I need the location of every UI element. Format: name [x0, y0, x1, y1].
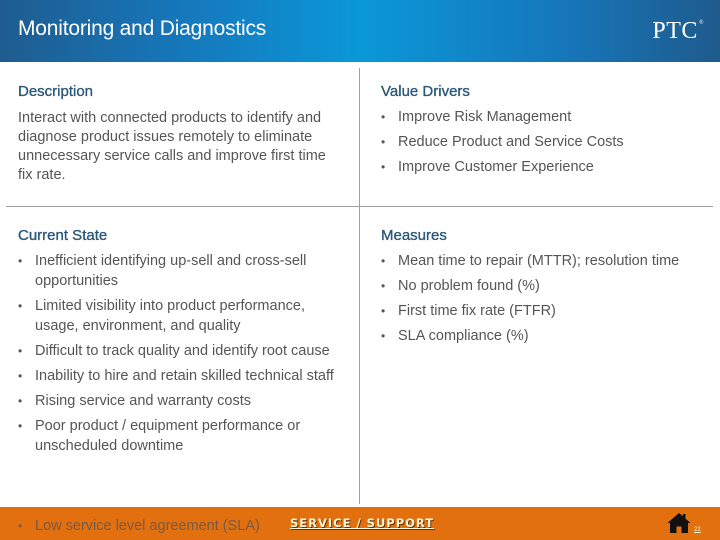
value-drivers-list: • Improve Risk Management • Reduce Product…: [381, 107, 624, 177]
value-drivers-section: Value Drivers • Improve Risk Management •…: [381, 83, 624, 182]
ptc-logo: PTC®: [652, 18, 704, 45]
list-item: • No problem found (%): [381, 276, 691, 296]
list-item-text: Mean time to repair (MTTR); resolution t…: [398, 253, 680, 269]
list-item: • Poor product / equipment performance or…: [18, 416, 338, 456]
description-text: Interact with connected products to iden…: [18, 110, 326, 183]
list-item-text: Improve Risk Management: [398, 109, 572, 125]
bullet-icon: •: [381, 304, 386, 318]
page-number: 22: [694, 527, 701, 533]
bullet-icon: •: [381, 279, 386, 293]
bullet-icon: •: [381, 110, 386, 124]
bullet-icon: •: [381, 254, 386, 268]
list-item-text: Poor product / equipment performance or …: [35, 418, 301, 454]
bullet-icon: •: [18, 394, 23, 408]
list-item: • Limited visibility into product perform…: [18, 296, 338, 336]
value-drivers-heading: Value Drivers: [381, 83, 470, 100]
list-item-overflow: • Low service level agreement (SLA): [18, 516, 260, 536]
current-state-section: Current State • Inefficient identifying u…: [18, 227, 338, 461]
list-item: • First time fix rate (FTFR): [381, 301, 691, 321]
logo-text: PTC: [652, 18, 698, 44]
list-item-text: Inefficient identifying up-sell and cros…: [35, 253, 307, 289]
service-support-link[interactable]: SERVICE / SUPPORT: [290, 516, 434, 530]
registered-mark: ®: [698, 20, 704, 26]
description-heading: Description: [18, 83, 94, 100]
list-item: • SLA compliance (%): [381, 326, 691, 346]
list-item: • Difficult to track quality and identify…: [18, 341, 338, 361]
list-item: • Mean time to repair (MTTR); resolution …: [381, 251, 691, 271]
list-item: • Improve Customer Experience: [381, 157, 624, 177]
list-item: • Improve Risk Management: [381, 107, 624, 127]
list-item: • Reduce Product and Service Costs: [381, 132, 624, 152]
current-state-list: • Inefficient identifying up-sell and cro…: [18, 251, 338, 456]
bullet-icon: •: [381, 135, 386, 149]
measures-heading: Measures: [381, 227, 447, 244]
bullet-icon: •: [18, 344, 23, 358]
list-item-text: No problem found (%): [398, 278, 540, 294]
list-item-text: Rising service and warranty costs: [35, 393, 251, 409]
list-item-text: Difficult to track quality and identify …: [35, 343, 330, 359]
list-item-text: Limited visibility into product performa…: [35, 298, 305, 334]
list-item-text: Low service level agreement (SLA): [35, 518, 260, 534]
bullet-icon: •: [18, 254, 23, 268]
header-bar: Monitoring and Diagnostics PTC®: [0, 0, 720, 62]
list-item: • Rising service and warranty costs: [18, 391, 338, 411]
bullet-icon: •: [18, 299, 23, 313]
list-item: • Inefficient identifying up-sell and cro…: [18, 251, 338, 291]
vertical-divider: [359, 68, 360, 504]
horizontal-divider: [6, 206, 713, 207]
description-section: Description Interact with connected prod…: [18, 83, 338, 185]
current-state-heading: Current State: [18, 227, 108, 244]
list-item-text: Reduce Product and Service Costs: [398, 134, 624, 150]
measures-section: Measures • Mean time to repair (MTTR); re…: [381, 227, 691, 351]
bullet-icon: •: [18, 519, 23, 533]
page-title: Monitoring and Diagnostics: [18, 17, 267, 40]
measures-list: • Mean time to repair (MTTR); resolution …: [381, 251, 691, 346]
list-item-text: Inability to hire and retain skilled tec…: [35, 368, 334, 384]
home-icon[interactable]: [667, 512, 691, 534]
bullet-icon: •: [381, 329, 386, 343]
slide: Monitoring and Diagnostics PTC® Descript…: [0, 0, 720, 540]
list-item-text: SLA compliance (%): [398, 328, 529, 344]
list-item: • Inability to hire and retain skilled te…: [18, 366, 338, 386]
bullet-icon: •: [18, 369, 23, 383]
list-item-text: Improve Customer Experience: [398, 159, 594, 175]
list-item-text: First time fix rate (FTFR): [398, 303, 556, 319]
bullet-icon: •: [18, 419, 23, 433]
bullet-icon: •: [381, 160, 386, 174]
